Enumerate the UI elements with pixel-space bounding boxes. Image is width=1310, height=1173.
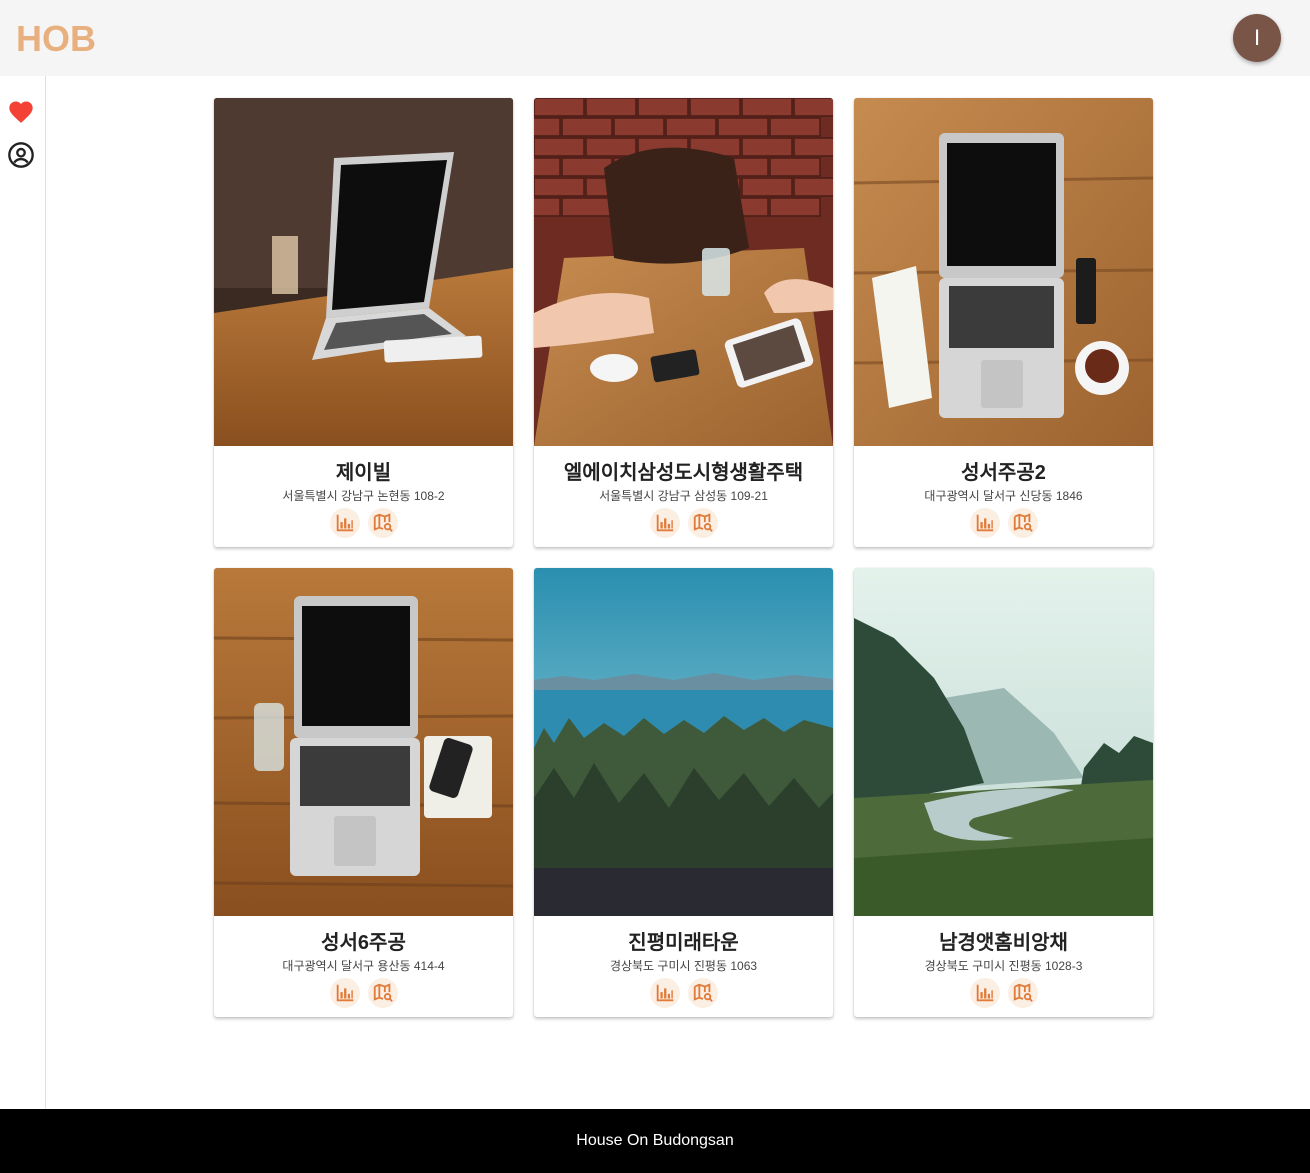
chart-button[interactable] xyxy=(649,978,680,1008)
house-name: 남경앳홈비앙채 xyxy=(939,932,1068,954)
house-address: 대구광역시 달서구 신당동 1846 xyxy=(924,489,1083,503)
map-search-icon xyxy=(373,983,393,1002)
house-card[interactable]: 성서주공2 대구광역시 달서구 신당동 1846 xyxy=(854,98,1153,547)
house-name: 진평미래타운 xyxy=(628,932,739,954)
house-address: 경상북도 구미시 진평동 1063 xyxy=(609,959,758,973)
map-search-button[interactable] xyxy=(367,508,398,538)
bar-chart-icon xyxy=(656,514,673,532)
top-app-bar: HOB I xyxy=(0,0,1310,76)
house-photo xyxy=(534,98,833,446)
map-search-icon xyxy=(1013,513,1033,532)
heart-icon[interactable] xyxy=(7,98,35,126)
chart-button[interactable] xyxy=(329,978,360,1008)
map-search-icon xyxy=(693,513,713,532)
house-address: 대구광역시 달서구 용산동 414-4 xyxy=(282,959,445,973)
house-address: 경상북도 구미시 진평동 1028-3 xyxy=(924,959,1083,973)
sidebar xyxy=(0,76,46,1109)
house-name: 엘에이치삼성도시형생활주택 xyxy=(563,462,804,484)
map-search-button[interactable] xyxy=(1007,508,1038,538)
bar-chart-icon xyxy=(656,984,673,1002)
house-photo xyxy=(534,568,833,916)
bar-chart-icon xyxy=(336,514,353,532)
bar-chart-icon xyxy=(976,514,993,532)
bar-chart-icon xyxy=(336,984,353,1002)
map-search-button[interactable] xyxy=(367,978,398,1008)
map-search-button[interactable] xyxy=(687,508,718,538)
footer-text: House On Budongsan xyxy=(576,1132,734,1149)
house-card[interactable]: 남경앳홈비앙채 경상북도 구미시 진평동 1028-3 xyxy=(854,568,1153,1017)
chart-button[interactable] xyxy=(649,508,680,538)
map-search-icon xyxy=(373,513,393,532)
house-name: 성서6주공 xyxy=(321,932,406,954)
house-name: 제이빌 xyxy=(335,462,392,484)
house-card[interactable]: 엘에이치삼성도시형생활주택 서울특별시 강남구 삼성동 109-21 xyxy=(534,98,833,547)
bar-chart-icon xyxy=(976,984,993,1002)
map-search-button[interactable] xyxy=(1007,978,1038,1008)
house-photo xyxy=(214,568,513,916)
map-search-icon xyxy=(693,983,713,1002)
user-avatar[interactable]: I xyxy=(1233,14,1281,62)
app-logo[interactable]: HOB xyxy=(16,18,96,60)
house-address: 서울특별시 강남구 삼성동 109-21 xyxy=(599,489,768,503)
house-photo xyxy=(854,98,1153,446)
house-card[interactable]: 성서6주공 대구광역시 달서구 용산동 414-4 xyxy=(214,568,513,1017)
house-photo xyxy=(214,98,513,446)
footer: House On Budongsan xyxy=(0,1109,1310,1173)
map-search-icon xyxy=(1013,983,1033,1002)
house-photo xyxy=(854,568,1153,916)
house-name: 성서주공2 xyxy=(961,462,1046,484)
chart-button[interactable] xyxy=(969,508,1000,538)
chart-button[interactable] xyxy=(329,508,360,538)
house-address: 서울특별시 강남구 논현동 108-2 xyxy=(282,489,445,503)
chart-button[interactable] xyxy=(969,978,1000,1008)
house-card[interactable]: 진평미래타운 경상북도 구미시 진평동 1063 xyxy=(534,568,833,1017)
house-card[interactable]: 제이빌 서울특별시 강남구 논현동 108-2 xyxy=(214,98,513,547)
user-circle-icon[interactable] xyxy=(7,141,35,169)
map-search-button[interactable] xyxy=(687,978,718,1008)
